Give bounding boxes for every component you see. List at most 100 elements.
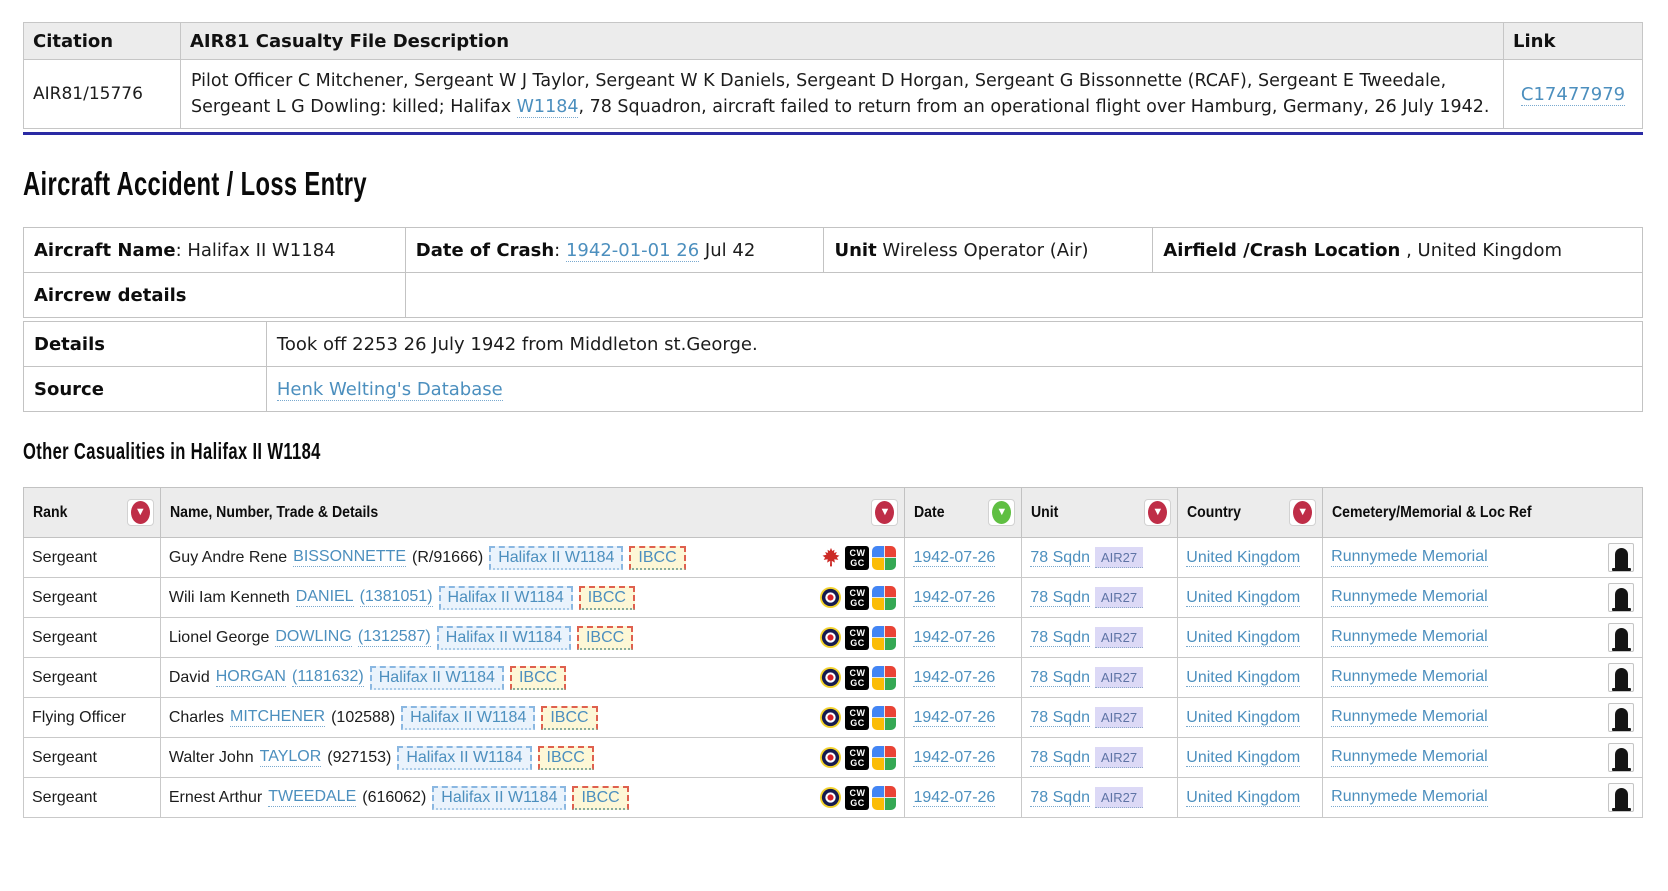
- headstone-icon[interactable]: [1608, 743, 1634, 772]
- service-number-link[interactable]: (1181632): [292, 668, 364, 687]
- country-cell: United Kingdom: [1178, 738, 1323, 778]
- squadron-link[interactable]: 78 Sqdn: [1030, 629, 1090, 647]
- ibcc-chip-link[interactable]: IBCC: [577, 626, 633, 650]
- date-link[interactable]: 1942-07-26: [913, 749, 995, 767]
- details-value: Took off 2253 26 July 1942 from Middleto…: [266, 322, 1642, 367]
- aircraft-chip-link[interactable]: Halifax II W1184: [397, 746, 531, 770]
- cemetery-link[interactable]: Runnymede Memorial: [1331, 588, 1488, 607]
- squadron-link[interactable]: 78 Sqdn: [1030, 589, 1090, 607]
- surname-link[interactable]: DOWLING: [275, 628, 351, 647]
- headstone-icon[interactable]: [1608, 583, 1634, 612]
- google-search-icon[interactable]: [872, 666, 896, 690]
- date-link[interactable]: 1942-07-26: [913, 549, 995, 567]
- date-link[interactable]: 1942-07-26: [913, 589, 995, 607]
- cemetery-link[interactable]: Runnymede Memorial: [1331, 788, 1488, 807]
- aircraft-chip-link[interactable]: Halifax II W1184: [432, 786, 566, 810]
- squadron-link[interactable]: 78 Sqdn: [1030, 549, 1090, 567]
- ibcc-chip-link[interactable]: IBCC: [629, 546, 685, 570]
- sort-down-icon: ▼: [131, 501, 150, 524]
- country-link[interactable]: United Kingdom: [1186, 549, 1300, 567]
- ibcc-chip-link[interactable]: IBCC: [572, 786, 628, 810]
- aircraft-chip-link[interactable]: Halifax II W1184: [437, 626, 571, 650]
- cwgc-icon[interactable]: CWGC: [845, 546, 869, 570]
- cwgc-icon[interactable]: CWGC: [845, 626, 869, 650]
- cemetery-cell: Runnymede Memorial: [1323, 658, 1643, 698]
- country-cell: United Kingdom: [1178, 698, 1323, 738]
- ibcc-chip-link[interactable]: IBCC: [510, 666, 566, 690]
- google-search-icon[interactable]: [872, 706, 896, 730]
- ibcc-chip-link[interactable]: IBCC: [579, 586, 635, 610]
- crash-date-link[interactable]: 1942-01-01 26: [566, 240, 699, 262]
- air27-badge-link[interactable]: AIR27: [1095, 667, 1143, 688]
- rank-cell: Sergeant: [24, 578, 161, 618]
- surname-link[interactable]: BISSONNETTE: [293, 548, 406, 567]
- cwgc-icon[interactable]: CWGC: [845, 586, 869, 610]
- cemetery-link[interactable]: Runnymede Memorial: [1331, 748, 1488, 767]
- source-database-link[interactable]: Henk Welting's Database: [277, 379, 503, 401]
- date-link[interactable]: 1942-07-26: [913, 629, 995, 647]
- google-search-icon[interactable]: [872, 786, 896, 810]
- ibcc-chip-link[interactable]: IBCC: [538, 746, 594, 770]
- aircraft-chip-link[interactable]: Halifax II W1184: [489, 546, 623, 570]
- sort-country-button[interactable]: ▼: [1289, 499, 1316, 526]
- country-link[interactable]: United Kingdom: [1186, 789, 1300, 807]
- service-number-link[interactable]: (1381051): [360, 588, 433, 607]
- headstone-icon[interactable]: [1608, 663, 1634, 692]
- air27-badge-link[interactable]: AIR27: [1095, 627, 1143, 648]
- cwgc-icon[interactable]: CWGC: [845, 786, 869, 810]
- surname-link[interactable]: DANIEL: [296, 588, 354, 607]
- rank-header-label: Rank: [33, 504, 67, 522]
- country-link[interactable]: United Kingdom: [1186, 749, 1300, 767]
- air27-badge-link[interactable]: AIR27: [1095, 707, 1143, 728]
- air27-badge-link[interactable]: AIR27: [1095, 547, 1143, 568]
- archive-record-link[interactable]: C17477979: [1521, 84, 1625, 106]
- squadron-link[interactable]: 78 Sqdn: [1030, 749, 1090, 767]
- country-link[interactable]: United Kingdom: [1186, 629, 1300, 647]
- headstone-icon[interactable]: [1608, 783, 1634, 812]
- surname-link[interactable]: HORGAN: [216, 668, 286, 687]
- sort-rank-button[interactable]: ▼: [127, 499, 154, 526]
- country-link[interactable]: United Kingdom: [1186, 709, 1300, 727]
- cemetery-link[interactable]: Runnymede Memorial: [1331, 668, 1488, 687]
- aircraft-chip-link[interactable]: Halifax II W1184: [401, 706, 535, 730]
- cwgc-icon[interactable]: CWGC: [845, 746, 869, 770]
- sort-name-button[interactable]: ▼: [871, 499, 898, 526]
- sort-date-button[interactable]: ▼: [988, 499, 1015, 526]
- cemetery-link[interactable]: Runnymede Memorial: [1331, 548, 1488, 567]
- name-header-label: Name, Number, Trade & Details: [170, 504, 378, 522]
- google-search-icon[interactable]: [872, 586, 896, 610]
- aircraft-chip-link[interactable]: Halifax II W1184: [370, 666, 504, 690]
- date-link[interactable]: 1942-07-26: [913, 789, 995, 807]
- air27-badge-link[interactable]: AIR27: [1095, 747, 1143, 768]
- aircraft-serial-link[interactable]: W1184: [517, 97, 579, 118]
- sort-unit-button[interactable]: ▼: [1144, 499, 1171, 526]
- surname-link[interactable]: TAYLOR: [260, 748, 322, 767]
- country-link[interactable]: United Kingdom: [1186, 669, 1300, 687]
- date-link[interactable]: 1942-07-26: [913, 669, 995, 687]
- cwgc-icon[interactable]: CWGC: [845, 666, 869, 690]
- squadron-link[interactable]: 78 Sqdn: [1030, 709, 1090, 727]
- google-search-icon[interactable]: [872, 746, 896, 770]
- rank-cell: Sergeant: [24, 738, 161, 778]
- country-link[interactable]: United Kingdom: [1186, 589, 1300, 607]
- sort-down-icon: ▼: [992, 501, 1011, 524]
- date-link[interactable]: 1942-07-26: [913, 709, 995, 727]
- surname-link[interactable]: TWEEDALE: [268, 788, 356, 807]
- air27-badge-link[interactable]: AIR27: [1095, 787, 1143, 808]
- squadron-link[interactable]: 78 Sqdn: [1030, 789, 1090, 807]
- aircraft-chip-link[interactable]: Halifax II W1184: [439, 586, 573, 610]
- google-search-icon[interactable]: [872, 626, 896, 650]
- cemetery-link[interactable]: Runnymede Memorial: [1331, 628, 1488, 647]
- air27-badge-link[interactable]: AIR27: [1095, 587, 1143, 608]
- surname-link[interactable]: MITCHENER: [230, 708, 325, 727]
- service-number-link[interactable]: (1312587): [358, 628, 431, 647]
- headstone-icon[interactable]: [1608, 703, 1634, 732]
- cwgc-icon[interactable]: CWGC: [845, 706, 869, 730]
- headstone-icon[interactable]: [1608, 623, 1634, 652]
- squadron-link[interactable]: 78 Sqdn: [1030, 669, 1090, 687]
- ibcc-chip-link[interactable]: IBCC: [541, 706, 597, 730]
- cemetery-link[interactable]: Runnymede Memorial: [1331, 708, 1488, 727]
- headstone-icon[interactable]: [1608, 543, 1634, 572]
- name-cell: David HORGAN (1181632) Halifax II W1184 …: [160, 658, 905, 698]
- google-search-icon[interactable]: [872, 546, 896, 570]
